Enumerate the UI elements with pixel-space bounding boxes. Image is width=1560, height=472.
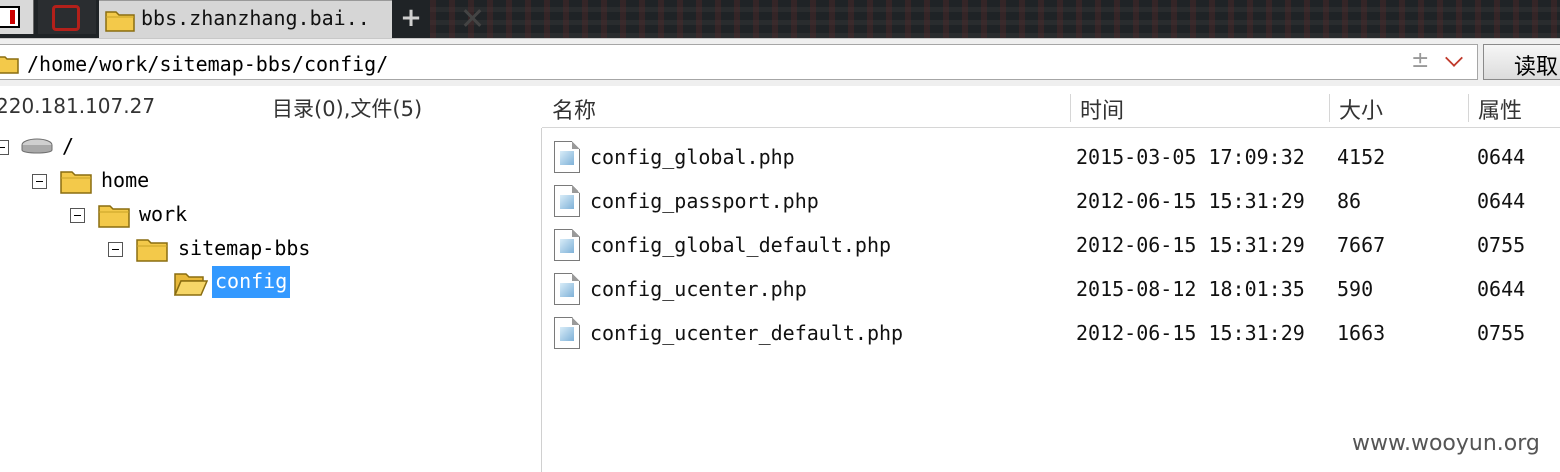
file-time: 2015-08-12 18:01:35	[1076, 277, 1305, 301]
tree-node-label: home	[101, 168, 150, 192]
file-time: 2012-06-15 15:31:29	[1076, 321, 1305, 345]
tree-node-home[interactable]: home	[0, 166, 200, 196]
watermark: www.wooyun.org	[1352, 431, 1540, 456]
file-size: 590	[1337, 277, 1374, 301]
file-name: config_ucenter_default.php	[590, 321, 904, 345]
directory-tree: / home work sitemap-bbs config	[0, 128, 541, 472]
new-tab-button[interactable]: +	[397, 4, 425, 32]
column-header-name[interactable]: 名称	[552, 93, 596, 125]
column-header-time[interactable]: 时间	[1080, 93, 1124, 125]
file-row[interactable]: config_global_default.php 2012-06-15 15:…	[542, 223, 1560, 267]
file-permissions: 0644	[1477, 145, 1526, 169]
file-name: config_global.php	[590, 145, 795, 169]
column-separator[interactable]	[1468, 94, 1469, 122]
server-ip: 220.181.107.27	[0, 94, 156, 118]
file-permissions: 0755	[1477, 321, 1526, 345]
column-separator[interactable]	[1329, 94, 1330, 122]
file-size: 1663	[1337, 321, 1386, 345]
php-file-icon	[554, 273, 580, 305]
tab-bar: bbs.zhanzhang.bai.. +	[0, 0, 1560, 38]
tab-app[interactable]	[0, 0, 34, 34]
php-file-icon	[554, 229, 580, 261]
file-time: 2012-06-15 15:31:29	[1076, 189, 1305, 213]
left-panel-header: 220.181.107.27 目录(0),文件(5)	[0, 86, 541, 128]
tree-node-work[interactable]: work	[0, 200, 240, 230]
tab-shell[interactable]	[38, 0, 96, 34]
file-size: 86	[1337, 189, 1362, 213]
chevron-down-icon[interactable]	[1445, 49, 1463, 67]
tree-node-label: work	[139, 202, 188, 226]
tree-node-label-selected: config	[212, 266, 291, 298]
file-name: config_global_default.php	[590, 233, 892, 257]
file-permissions: 0755	[1477, 233, 1526, 257]
column-header-size[interactable]: 大小	[1339, 93, 1383, 125]
collapse-toggle[interactable]	[108, 242, 123, 257]
file-row[interactable]: config_global.php 2015-03-05 17:09:32 41…	[542, 135, 1560, 179]
file-size: 7667	[1337, 233, 1386, 257]
folder-icon	[0, 56, 19, 74]
collapse-toggle[interactable]	[32, 174, 47, 189]
file-row[interactable]: config_ucenter_default.php 2012-06-15 15…	[542, 311, 1560, 355]
read-button[interactable]: 读取	[1483, 44, 1560, 80]
tree-node-root[interactable]: /	[0, 132, 200, 162]
tree-node-sitemap-bbs[interactable]: sitemap-bbs	[0, 234, 330, 264]
open-folder-icon	[174, 273, 208, 296]
file-permissions: 0644	[1477, 277, 1526, 301]
folder-icon	[98, 205, 130, 228]
tree-node-label: sitemap-bbs	[178, 236, 311, 260]
file-list-header: 名称 时间 大小 属性	[542, 86, 1560, 128]
file-size: 4152	[1337, 145, 1386, 169]
php-file-icon	[554, 317, 580, 349]
close-tab-icon[interactable]	[461, 7, 483, 29]
app-icon	[0, 6, 20, 28]
tree-node-label: /	[62, 134, 75, 158]
plus-minus-icon[interactable]: ±	[1411, 48, 1429, 73]
path-input[interactable]: /home/work/sitemap-bbs/config/ ±	[0, 44, 1478, 80]
file-time: 2012-06-15 15:31:29	[1076, 233, 1305, 257]
file-permissions: 0644	[1477, 189, 1526, 213]
tabbar-background	[430, 0, 1560, 38]
terminal-icon	[52, 5, 80, 31]
address-bar: /home/work/sitemap-bbs/config/ ± 读取	[0, 38, 1560, 86]
file-row[interactable]: config_passport.php 2012-06-15 15:31:29 …	[542, 179, 1560, 223]
path-text: /home/work/sitemap-bbs/config/	[27, 52, 389, 76]
column-header-attributes[interactable]: 属性	[1478, 93, 1522, 125]
tab-title: bbs.zhanzhang.bai..	[141, 6, 370, 30]
folder-icon	[60, 171, 92, 194]
php-file-icon	[554, 185, 580, 217]
file-name: config_passport.php	[590, 189, 819, 213]
php-file-icon	[554, 141, 580, 173]
collapse-toggle[interactable]	[70, 208, 85, 223]
folder-icon	[105, 11, 135, 32]
file-row[interactable]: config_ucenter.php 2015-08-12 18:01:35 5…	[542, 267, 1560, 311]
drive-icon	[21, 138, 53, 154]
tab-file-manager[interactable]: bbs.zhanzhang.bai..	[99, 0, 392, 38]
folder-icon	[136, 239, 168, 262]
file-time: 2015-03-05 17:09:32	[1076, 145, 1305, 169]
tree-node-config[interactable]: config	[0, 266, 320, 298]
collapse-toggle[interactable]	[0, 140, 9, 155]
column-separator[interactable]	[1070, 94, 1071, 122]
item-count: 目录(0),文件(5)	[272, 97, 423, 121]
file-name: config_ucenter.php	[590, 277, 807, 301]
